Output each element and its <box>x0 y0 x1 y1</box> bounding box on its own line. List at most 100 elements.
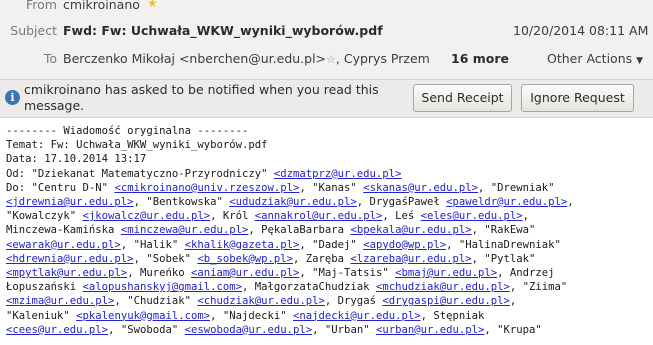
other-actions-label: Other Actions <box>547 51 633 66</box>
message-text-segment: , "Chudziak" <box>114 295 198 308</box>
message-text-segment: , Leś <box>382 210 421 223</box>
message-text-segment: , Zaręba <box>293 252 351 265</box>
more-recipients-link[interactable]: 16 more <box>451 51 509 66</box>
message-text-segment: "Kaleniuk" <box>6 309 77 322</box>
message-text-segment: -------- Wiadomość oryginalna -------- <box>6 125 249 137</box>
message-line: "Kaleniuk" <pkalenyuk@gmail.com>, "Najde… <box>6 309 574 323</box>
email-link[interactable]: <pkalenyuk@gmail.com> <box>76 310 210 322</box>
subject-label: Subject <box>10 23 57 38</box>
email-link[interactable]: <paweldr@ur.edu.pl> <box>446 196 567 208</box>
message-line: "Kowalczyk" <jkowalcz@ur.edu.pl>, Król <… <box>6 209 574 223</box>
email-link[interactable]: <cmikroinano@univ.rzeszow.pl> <box>114 182 299 194</box>
email-link[interactable]: <dzmatprz@ur.edu.pl> <box>274 168 402 180</box>
message-text-segment: , MałgorzataChudziak <box>242 281 376 294</box>
message-text-segment: , Mureńko <box>127 267 191 280</box>
email-link[interactable]: <eles@ur.edu.pl> <box>421 210 523 222</box>
message-text-segment: Minczewa-Kamińska <box>6 224 121 237</box>
email-link[interactable]: <minczewa@ur.edu.pl> <box>121 224 249 236</box>
star-icon[interactable]: ☆ <box>326 53 336 66</box>
from-row: From cmikroinano ★ <box>0 0 653 17</box>
email-link[interactable]: <mzima@ur.edu.pl> <box>6 295 114 307</box>
star-icon[interactable]: ★ <box>147 0 158 10</box>
send-receipt-button[interactable]: Send Receipt <box>413 84 512 112</box>
email-link[interactable]: <jdrewnia@ur.edu.pl> <box>6 196 134 208</box>
chevron-down-icon: ▼ <box>636 56 644 66</box>
message-line: Od: "Dziekanat Matematyczno-Przyrodniczy… <box>6 167 574 181</box>
email-link[interactable]: <bmaj@ur.edu.pl> <box>395 267 497 279</box>
message-text-segment: , Drygaś <box>324 295 383 308</box>
message-text-segment: , "Maj-Tatsis" <box>299 267 396 280</box>
message-text-segment: Temat: Fw: Uchwała_WKW_wyniki_wyborów.pd… <box>6 139 268 152</box>
email-link[interactable]: <apydo@wp.pl> <box>363 239 446 251</box>
message-text-segment: , "HalinaDrewniak" <box>446 238 561 251</box>
message-text-segment: , "Halik" <box>120 238 185 251</box>
message-text-segment: , "Krupa" <box>484 323 542 336</box>
message-text-segment: , Król <box>210 210 255 223</box>
message-text-segment: , "Drewniak" <box>478 181 555 194</box>
email-link[interactable]: <mpytlak@ur.edu.pl> <box>6 267 127 279</box>
subject-row: Subject Fwd: Fw: Uchwała_WKW_wyniki_wybo… <box>0 23 653 43</box>
email-link[interactable]: <ududziak@ur.edu.pl> <box>229 196 357 208</box>
email-link[interactable]: <cees@ur.edu.pl> <box>6 324 108 336</box>
email-link[interactable]: <b_sobek@wp.pl> <box>197 253 293 265</box>
subject-value: Fwd: Fw: Uchwała_WKW_wyniki_wyborów.pdf <box>63 23 383 38</box>
email-link[interactable]: <najdecki@ur.edu.pl> <box>293 310 421 322</box>
to-value[interactable]: Berczenko Mikołaj <nberchen@ur.edu.pl>☆,… <box>63 51 430 66</box>
message-line: Data: 17.10.2014 13:17 <box>6 152 574 166</box>
message-text-segment: , "Urban" <box>312 323 376 336</box>
message-text-segment: , Stępniak <box>420 309 485 322</box>
email-link[interactable]: <mchudziak@ur.edu.pl> <box>376 281 510 293</box>
message-text-segment: , <box>509 295 517 308</box>
info-icon: i <box>5 90 20 105</box>
notice-text: cmikroinano has asked to be notified whe… <box>24 82 379 113</box>
email-link[interactable]: <lzareba@ur.edu.pl> <box>350 253 471 265</box>
email-link[interactable]: <alopushanskyj@gmail.com> <box>83 281 242 293</box>
from-label: From <box>26 0 57 12</box>
email-link[interactable]: <eswoboda@ur.edu.pl> <box>185 324 313 336</box>
message-text-segment: , "Bentkowska" <box>133 196 230 209</box>
message-line: <mpytlak@ur.edu.pl>, Mureńko <aniam@ur.e… <box>6 266 574 280</box>
email-link[interactable]: <ewarak@ur.edu.pl> <box>6 239 121 251</box>
to-label: To <box>43 51 57 66</box>
message-text-segment: , DrygaśPaweł <box>356 196 447 209</box>
message-line: <hdrewnia@ur.edu.pl>, "Sobek" <b_sobek@w… <box>6 252 574 266</box>
message-text-segment: , "Kanas" <box>299 181 364 194</box>
to-recipient[interactable]: Berczenko Mikołaj <nberchen@ur.edu.pl> <box>63 51 326 66</box>
message-text: -------- Wiadomość oryginalna -------- Te… <box>6 124 574 337</box>
other-actions-menu[interactable]: Other Actions ▼ <box>547 51 643 66</box>
message-line: -------- Wiadomość oryginalna -------- <box>6 124 574 138</box>
message-text-segment: , "Ziima" <box>509 281 568 294</box>
message-text-segment: Do: "Centru D-N" <box>6 181 115 194</box>
email-link[interactable]: <chudziak@ur.edu.pl> <box>197 295 325 307</box>
email-link[interactable]: <annakrol@ur.edu.pl> <box>255 210 383 222</box>
message-text-segment: "Kowalczyk" <box>6 210 83 223</box>
message-body: -------- Wiadomość oryginalna -------- Te… <box>0 118 653 345</box>
message-text-segment: , PękalaBarbara <box>248 224 351 237</box>
message-line: Łopuszański <alopushanskyj@gmail.com>, M… <box>6 280 574 294</box>
message-text-segment: , "Sobek" <box>133 252 198 265</box>
message-line: Do: "Centru D-N" <cmikroinano@univ.rzesz… <box>6 181 574 195</box>
message-text-segment: , Andrzej <box>497 267 555 280</box>
email-link[interactable]: <bpekala@ur.edu.pl> <box>350 224 471 236</box>
message-text-segment: Data: 17.10.2014 13:17 <box>6 153 147 166</box>
message-line: Minczewa-Kamińska <minczewa@ur.edu.pl>, … <box>6 223 574 237</box>
ignore-request-button[interactable]: Ignore Request <box>521 84 634 112</box>
message-line: <cees@ur.edu.pl>, "Swoboda" <eswoboda@ur… <box>6 323 574 337</box>
to-recipient-2[interactable]: , Cyprys Przem <box>336 51 430 66</box>
date-value: 10/20/2014 08:11 AM <box>513 23 649 38</box>
to-row: To Berczenko Mikołaj <nberchen@ur.edu.pl… <box>0 51 653 71</box>
from-value[interactable]: cmikroinano <box>63 0 140 12</box>
email-link[interactable]: <khalik@gazeta.pl> <box>185 239 300 251</box>
email-link[interactable]: <hdrewnia@ur.edu.pl> <box>6 253 134 265</box>
email-link[interactable]: <urban@ur.edu.pl> <box>376 324 484 336</box>
message-text-segment: , <box>567 196 574 209</box>
message-line: Temat: Fw: Uchwała_WKW_wyniki_wyborów.pd… <box>6 138 574 152</box>
read-receipt-notice: i cmikroinano has asked to be notified w… <box>0 79 653 118</box>
email-link[interactable]: <jkowalcz@ur.edu.pl> <box>83 210 211 222</box>
message-text-segment: Od: "Dziekanat Matematyczno-Przyrodniczy… <box>6 167 274 180</box>
email-link[interactable]: <drygaspi@ur.edu.pl> <box>382 295 510 307</box>
email-link[interactable]: <skanas@ur.edu.pl> <box>363 182 478 194</box>
message-text-segment: , "Swoboda" <box>108 323 185 336</box>
email-link[interactable]: <aniam@ur.edu.pl> <box>191 267 299 279</box>
message-text-segment: , "Pytlak" <box>471 252 536 265</box>
